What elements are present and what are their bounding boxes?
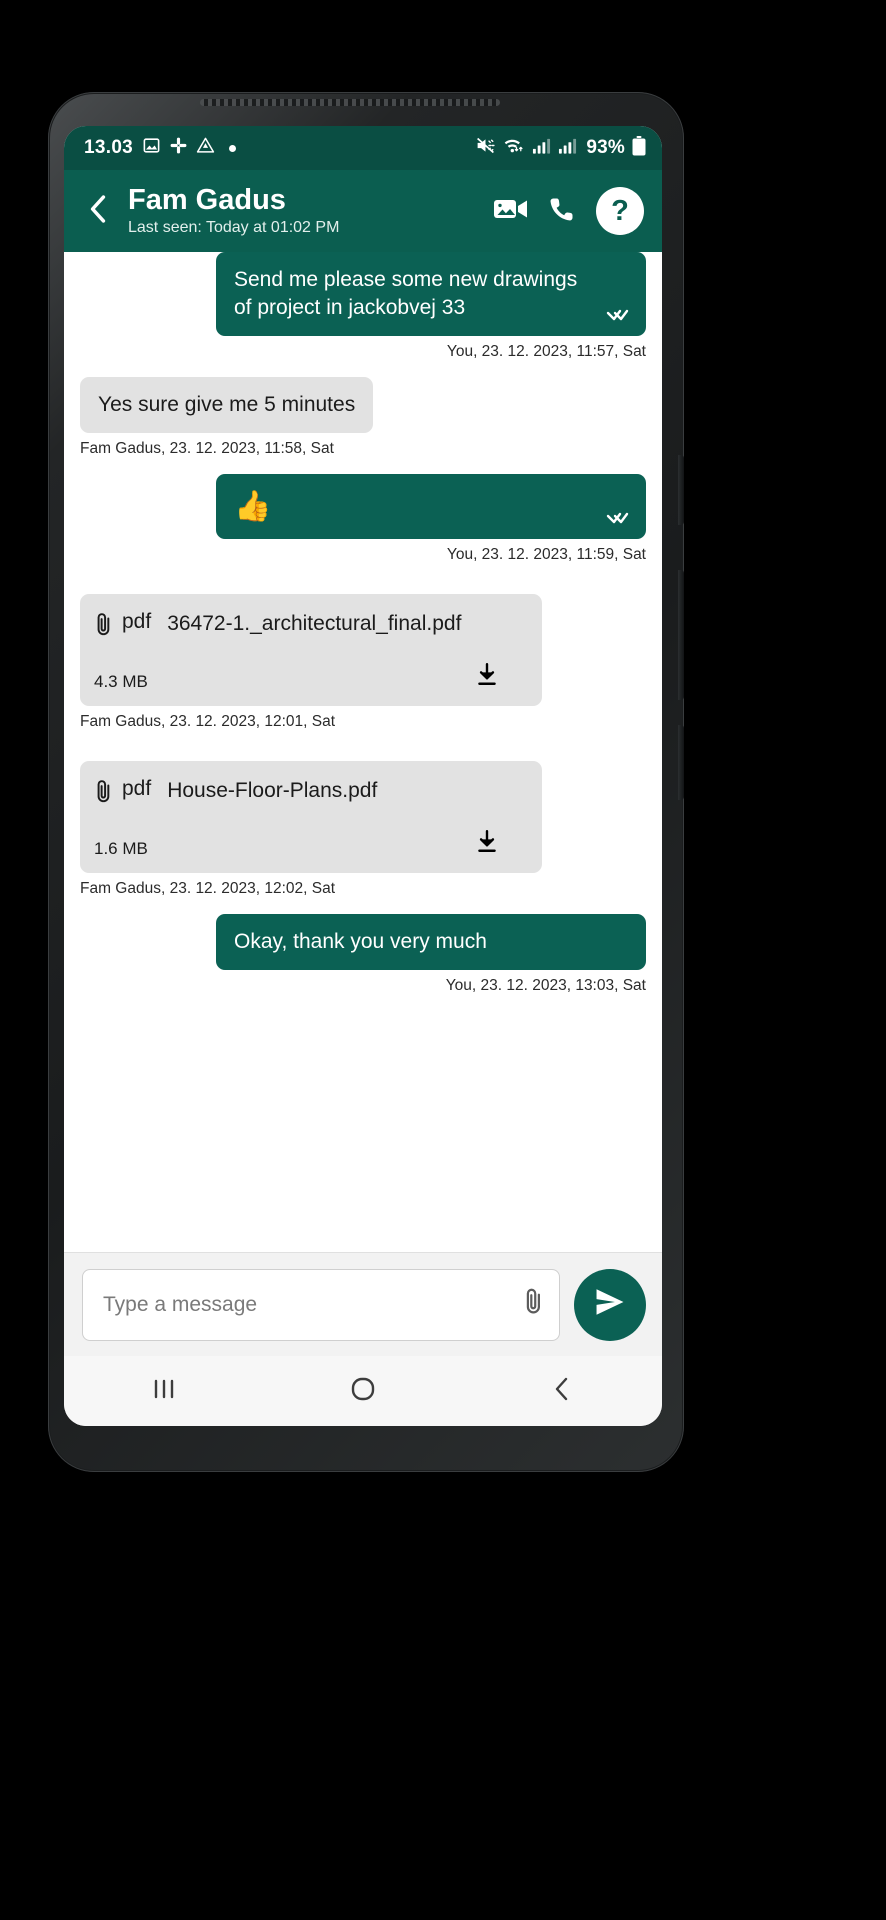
signal-sim2-icon <box>558 137 577 160</box>
message-meta: Fam Gadus, 23. 12. 2023, 11:58, Sat <box>80 439 334 457</box>
android-nav-bar <box>64 1356 662 1426</box>
photos-icon <box>142 136 161 160</box>
status-bar: 13.03 93% <box>64 126 662 170</box>
message-text: Okay, thank you very much <box>234 929 487 953</box>
file-card-header: pdf 36472-1._architectural_final.pdf <box>94 610 524 643</box>
send-icon <box>593 1285 627 1324</box>
message-input[interactable] <box>103 1292 515 1317</box>
message-text: Send me please some new drawings of proj… <box>234 268 578 319</box>
file-name-label: House-Floor-Plans.pdf <box>167 778 378 802</box>
mute-icon <box>475 135 496 161</box>
status-bar-notification-icons <box>142 136 237 160</box>
send-button[interactable] <box>574 1268 646 1341</box>
message-meta: Fam Gadus, 23. 12. 2023, 12:01, Sat <box>80 712 336 730</box>
file-kind-label: pdf <box>122 609 152 633</box>
side-button-power[interactable] <box>678 455 684 525</box>
paperclip-icon <box>94 779 114 810</box>
message-list[interactable]: You, 23. 12. 2023, 11:56, Sat Send me pl… <box>64 252 662 1252</box>
video-call-button[interactable] <box>494 196 528 227</box>
message-meta: You, 23. 12. 2023, 13:03, Sat <box>445 976 646 994</box>
file-kind-label: pdf <box>122 776 152 800</box>
file-attachment-card[interactable]: pdf House-Floor-Plans.pdf 1.6 MB <box>80 760 542 873</box>
screenshot-root: 13.03 93% Fam Gadus Last seen: Today at … <box>0 0 886 1920</box>
message-row: pdf House-Floor-Plans.pdf 1.6 MB Fam Gad… <box>80 760 646 898</box>
signal-sim1-icon <box>532 137 551 160</box>
message-row: 👍 You, 23. 12. 2023, 11:59, Sat <box>80 473 646 564</box>
message-row: pdf 36472-1._architectural_final.pdf 4.3… <box>80 593 646 731</box>
battery-percent-label: 93% <box>586 137 625 158</box>
home-button[interactable] <box>323 1356 403 1426</box>
video-camera-icon <box>494 196 528 227</box>
file-card-footer: 1.6 MB <box>94 828 524 859</box>
message-row: Yes sure give me 5 minutes Fam Gadus, 23… <box>80 376 646 458</box>
message-emoji: 👍 <box>234 489 272 523</box>
phone-icon <box>548 195 576 228</box>
file-card-footer: 4.3 MB <box>94 661 524 692</box>
paperclip-icon <box>523 1287 545 1322</box>
file-size-label: 1.6 MB <box>94 838 148 858</box>
message-meta: You, 23. 12. 2023, 11:57, Sat <box>446 342 646 360</box>
download-button[interactable] <box>474 828 500 859</box>
message-bubble-outgoing[interactable]: Okay, thank you very much <box>216 913 646 970</box>
drive-icon <box>196 136 215 160</box>
wifi-icon <box>503 135 525 161</box>
message-bubble-outgoing[interactable]: Send me please some new drawings of proj… <box>216 252 646 336</box>
home-circle-icon <box>349 1375 377 1408</box>
chat-last-seen: Last seen: Today at 01:02 PM <box>128 218 340 236</box>
double-check-icon <box>606 511 632 529</box>
message-row: Okay, thank you very much You, 23. 12. 2… <box>80 913 646 995</box>
status-bar-system-icons: 93% <box>475 135 646 161</box>
side-button-volume[interactable] <box>678 570 684 700</box>
recents-icon <box>149 1376 179 1407</box>
file-attachment-card[interactable]: pdf 36472-1._architectural_final.pdf 4.3… <box>80 593 542 706</box>
download-button[interactable] <box>474 661 500 692</box>
message-composer <box>64 1252 662 1356</box>
dot-indicator-icon <box>229 144 237 152</box>
nav-back-button[interactable] <box>522 1356 602 1426</box>
voice-call-button[interactable] <box>548 195 576 228</box>
file-name-label: 36472-1._architectural_final.pdf <box>167 611 462 635</box>
chat-header: Fam Gadus Last seen: Today at 01:02 PM ? <box>64 170 662 252</box>
chat-header-text[interactable]: Fam Gadus Last seen: Today at 01:02 PM <box>128 185 494 236</box>
chat-header-actions: ? <box>494 187 644 235</box>
chat-title: Fam Gadus <box>128 184 286 217</box>
double-check-icon <box>606 308 632 326</box>
help-button[interactable]: ? <box>596 187 644 235</box>
recents-button[interactable] <box>124 1356 204 1426</box>
message-meta: Fam Gadus, 23. 12. 2023, 12:02, Sat <box>80 879 336 897</box>
file-card-header: pdf House-Floor-Plans.pdf <box>94 777 524 810</box>
file-size-label: 4.3 MB <box>94 671 148 691</box>
side-button-extra[interactable] <box>678 725 684 800</box>
back-button[interactable] <box>74 187 122 235</box>
status-bar-clock: 13.03 <box>84 137 134 158</box>
message-meta: You, 23. 12. 2023, 11:59, Sat <box>446 545 646 563</box>
battery-full-icon <box>632 135 646 161</box>
slack-icon <box>169 136 188 160</box>
message-bubble-incoming[interactable]: Yes sure give me 5 minutes <box>80 376 374 433</box>
question-mark-icon: ? <box>611 194 629 227</box>
message-input-wrapper[interactable] <box>82 1268 560 1341</box>
phone-display: 13.03 93% Fam Gadus Last seen: Today at … <box>64 126 662 1426</box>
message-bubble-outgoing[interactable]: 👍 <box>216 473 646 539</box>
message-row: Send me please some new drawings of proj… <box>80 252 646 361</box>
chevron-left-icon <box>85 192 111 231</box>
earpiece-speaker <box>200 99 500 106</box>
message-text: Yes sure give me 5 minutes <box>98 392 356 416</box>
attach-button[interactable] <box>515 1287 545 1322</box>
paperclip-icon <box>94 612 114 643</box>
back-chevron-icon <box>550 1375 574 1408</box>
